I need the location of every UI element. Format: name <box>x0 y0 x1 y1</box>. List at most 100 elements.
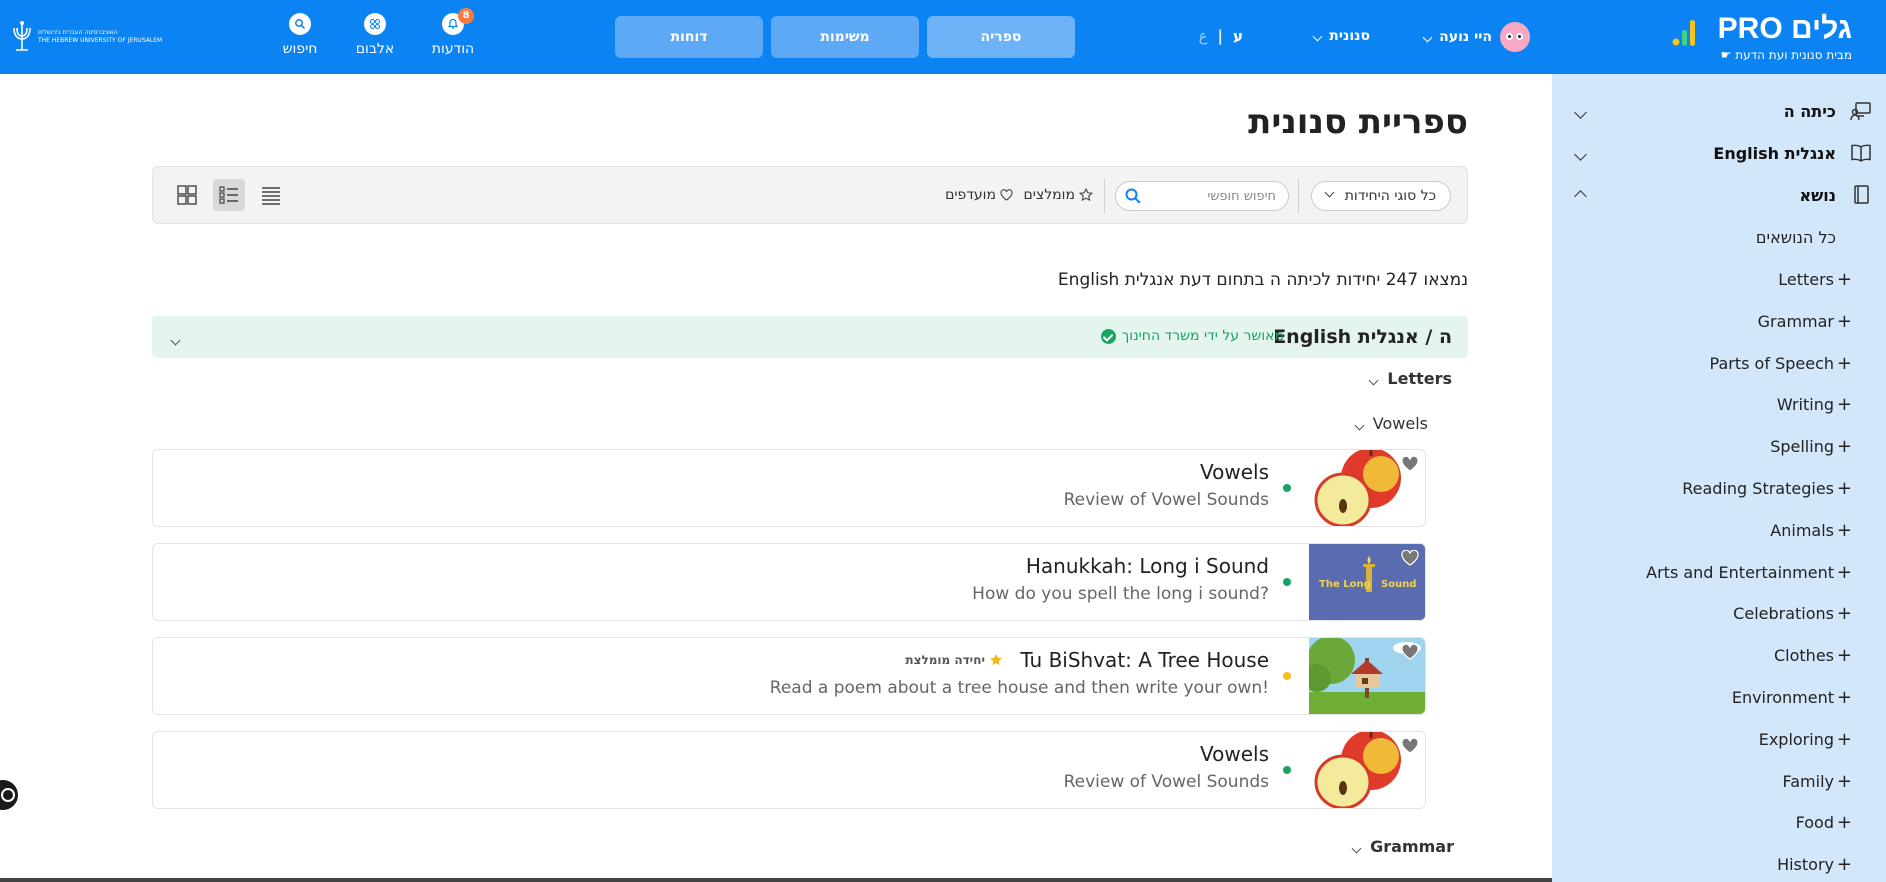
sidebar-item-label: Celebrations <box>1733 604 1834 624</box>
chevron-up-icon <box>1574 186 1587 205</box>
notifications-button[interactable]: 8 הודעות <box>423 8 483 63</box>
plus-icon: + <box>1836 436 1852 458</box>
star-icon <box>990 654 1002 666</box>
chevron-down-icon <box>1422 29 1433 45</box>
lang-arabic[interactable]: ع <box>1199 27 1208 45</box>
sidebar-item-label: Spelling <box>1770 437 1834 457</box>
logo-wordmark: PRO גלים <box>1717 12 1852 45</box>
album-button[interactable]: אלבום <box>345 13 405 63</box>
view-list-detail-button[interactable] <box>213 179 245 211</box>
unit-card[interactable]: Tu BiShvat: A Tree House יחידה מומלצת Re… <box>152 637 1426 715</box>
nav-library-button[interactable]: ספריה <box>927 16 1075 58</box>
top-bar: PRO גלים מבית סנונית ועת הדעת ☛ היי נועה… <box>0 0 1886 74</box>
sidebar-item-all-topics[interactable]: כל הנושאים <box>1552 218 1886 258</box>
unit-subtitle: How do you spell the long i sound? <box>972 584 1269 604</box>
lang-hebrew[interactable]: ע <box>1233 27 1243 45</box>
unit-card[interactable]: Vowels Review of Vowel Sounds <box>152 731 1426 809</box>
sidebar-item-label: Clothes <box>1774 646 1834 666</box>
heart-outline-icon <box>1000 189 1013 201</box>
filter-recommended[interactable]: מומלצים <box>1023 187 1093 203</box>
list-icon <box>262 187 280 205</box>
search-input[interactable] <box>1148 187 1276 205</box>
toolbar-divider <box>1298 179 1299 213</box>
sidebar-item-topic[interactable]: + Spelling <box>1552 427 1886 467</box>
plus-icon: + <box>1836 394 1852 416</box>
avatar <box>1500 22 1530 52</box>
filter-toolbar: כל סוגי היחידות מומלצים מועדפים <box>152 166 1468 224</box>
unit-title: Tu BiShvat: A Tree House <box>1020 648 1269 672</box>
logo-subtitle: מבית סנונית ועת הדעת ☛ <box>1720 48 1852 62</box>
album-label: אלבום <box>355 41 395 57</box>
unit-card[interactable]: The Long Sound Hanukkah: Long i Sound Ho… <box>152 543 1426 621</box>
result-count: נמצאו 247 יחידות לכיתה ה בתחום דעת אנגלי… <box>1057 270 1468 290</box>
sidebar-grade[interactable]: כיתה ה <box>1552 92 1886 132</box>
sidebar-item-topic[interactable]: + Animals <box>1552 511 1886 551</box>
bell-icon <box>447 18 459 29</box>
heart-icon[interactable] <box>1401 738 1419 754</box>
plus-icon: + <box>1836 728 1852 750</box>
sidebar-item-topic[interactable]: + Environment <box>1552 678 1886 718</box>
sidebar-item-topic[interactable]: + Grammar <box>1552 302 1886 342</box>
plus-icon: + <box>1836 269 1852 290</box>
hebrew-university-logo[interactable]: האוניברסיטה העברית בירושלים THE HEBREW U… <box>10 20 162 52</box>
sidebar-topic-label: נושא <box>1799 186 1836 205</box>
notifications-label: הודעות <box>431 41 475 57</box>
search-button[interactable]: חיפוש <box>270 13 330 63</box>
view-grid-button[interactable] <box>171 179 203 211</box>
sidebar-item-label: Environment <box>1731 688 1834 707</box>
galim-pro-logo[interactable]: PRO גלים מבית סנונית ועת הדעת ☛ <box>1672 10 1852 64</box>
unit-title: Hanukkah: Long i Sound <box>1025 554 1269 578</box>
thumb-text-long: The Long <box>1319 579 1371 590</box>
sidebar-item-label: Reading Strategies <box>1682 479 1834 498</box>
plus-icon: + <box>1836 519 1852 541</box>
page-title: ספריית סנונית <box>1248 102 1468 142</box>
chevron-down-icon <box>1368 369 1379 388</box>
sidebar-item-topic[interactable]: + Celebrations <box>1552 594 1886 634</box>
user-menu[interactable]: היי נועה <box>1422 22 1530 52</box>
sidebar-item-topic[interactable]: + Reading Strategies <box>1552 469 1886 509</box>
accessibility-icon[interactable] <box>0 780 18 810</box>
nav-reports-button[interactable]: דוחות <box>615 16 763 58</box>
search-icon <box>295 19 306 30</box>
nav-tasks-button[interactable]: משימות <box>771 16 919 58</box>
lang-separator: | <box>1217 27 1223 45</box>
sidebar-item-topic[interactable]: + Food <box>1552 803 1886 843</box>
sidebar-item-topic[interactable]: + Letters <box>1552 260 1886 300</box>
grid-icon <box>177 185 197 205</box>
chevron-down-icon <box>1574 102 1587 121</box>
filter-recommended-label: מומלצים <box>1023 187 1075 203</box>
section-header[interactable]: ה / אנגלית English מאושר על ידי משרד החי… <box>152 316 1468 358</box>
status-dot <box>1283 484 1291 492</box>
status-dot <box>1283 578 1291 586</box>
domain-select[interactable]: סנונית <box>1312 28 1370 44</box>
unit-card[interactable]: Vowels Review of Vowel Sounds <box>152 449 1426 527</box>
plus-icon: + <box>1836 687 1852 708</box>
sidebar-item-topic[interactable]: + Exploring <box>1552 720 1886 760</box>
sidebar-item-topic[interactable]: + Writing <box>1552 385 1886 425</box>
group-grammar[interactable]: Grammar <box>1351 837 1454 856</box>
sidebar-item-label: Family <box>1782 771 1834 791</box>
star-outline-icon <box>1079 188 1093 202</box>
sidebar-item-topic[interactable]: + Family <box>1552 762 1886 802</box>
classroom-icon <box>1850 102 1871 121</box>
thumb-text-sound: Sound <box>1381 579 1417 590</box>
heart-icon[interactable] <box>1401 644 1419 660</box>
sidebar-item-topic[interactable]: + History <box>1552 845 1886 882</box>
filter-favorites[interactable]: מועדפים <box>945 187 1013 203</box>
sidebar-subject[interactable]: אנגלית English <box>1552 134 1886 174</box>
chevron-down-icon <box>1312 28 1323 44</box>
sidebar-topic[interactable]: נושא <box>1552 176 1886 216</box>
sidebar-item-topic[interactable]: + Clothes <box>1552 636 1886 676</box>
subgroup-vowels[interactable]: Vowels <box>1354 414 1428 433</box>
search-icon[interactable] <box>1124 187 1142 205</box>
unit-type-select[interactable]: כל סוגי היחידות <box>1311 181 1451 211</box>
chevron-down-icon <box>1354 414 1365 433</box>
sidebar-item-topic[interactable]: + Arts and Entertainment <box>1552 553 1886 593</box>
view-list-compact-button[interactable] <box>255 179 287 211</box>
heart-icon[interactable] <box>1401 550 1419 566</box>
sidebar-item-label: Exploring <box>1758 729 1834 749</box>
plus-icon: + <box>1836 561 1852 583</box>
sidebar-item-topic[interactable]: + Parts of Speech <box>1552 344 1886 384</box>
group-letters[interactable]: Letters <box>1368 369 1452 388</box>
heart-icon[interactable] <box>1401 456 1419 472</box>
